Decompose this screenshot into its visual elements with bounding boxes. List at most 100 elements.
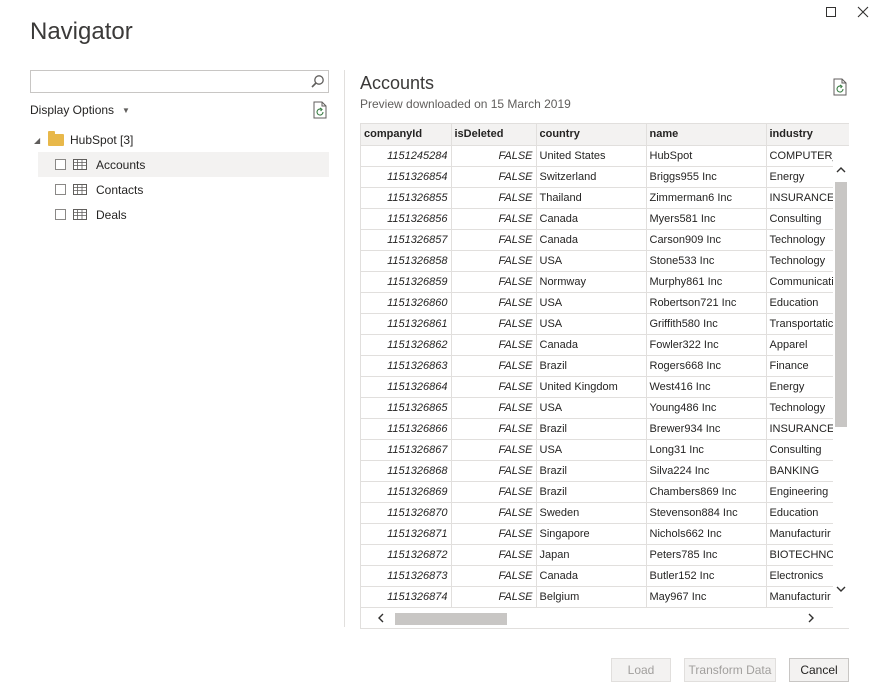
maximize-icon[interactable] xyxy=(823,4,839,20)
table-cell: FALSE xyxy=(451,586,537,608)
column-header[interactable]: country xyxy=(536,124,647,146)
close-icon[interactable] xyxy=(855,4,871,20)
table-cell: FALSE xyxy=(451,208,537,230)
table-cell: 1151326863 xyxy=(361,355,452,377)
vertical-scrollbar[interactable] xyxy=(833,146,849,608)
expand-triangle-icon[interactable]: ◢ xyxy=(34,136,42,145)
table-cell: 1151326859 xyxy=(361,271,452,293)
display-options-label: Display Options xyxy=(30,103,115,117)
table-row: 1151326865 FALSE USA Young486 Inc Technology xyxy=(361,397,849,419)
table-cell: Nichols662 Inc xyxy=(646,523,767,545)
column-header[interactable]: name xyxy=(646,124,767,146)
table-cell: Singapore xyxy=(536,523,647,545)
tree-item-contacts[interactable]: Contacts xyxy=(38,177,329,202)
checkbox[interactable] xyxy=(55,184,66,195)
table-row: 1151326857 FALSE Canada Carson909 Inc Techno… xyxy=(361,229,849,251)
table-cell: Canada xyxy=(536,208,647,230)
table-row: 1151326864 FALSE United Kingdom West416 Inc… xyxy=(361,376,849,398)
table-cell: Sweden xyxy=(536,502,647,524)
horizontal-scrollbar[interactable] xyxy=(361,609,833,628)
table-cell: Canada xyxy=(536,334,647,356)
table-row: 1151326861 FALSE USA Griffith580 Inc Transpo… xyxy=(361,313,849,335)
cancel-button[interactable]: Cancel xyxy=(789,658,849,682)
table-cell: Briggs955 Inc xyxy=(646,166,767,188)
preview-table: companyId isDeleted country name industry 11… xyxy=(360,123,849,629)
table-cell: HubSpot xyxy=(646,145,767,167)
table-row: 1151326868 FALSE Brazil Silva224 Inc BANKING xyxy=(361,460,849,482)
table-row: 1151326870 FALSE Sweden Stevenson884 Inc Edu… xyxy=(361,502,849,524)
table-cell: USA xyxy=(536,313,647,335)
table-row: 1151326869 FALSE Brazil Chambers869 Inc Engi… xyxy=(361,481,849,503)
table-cell: Canada xyxy=(536,565,647,587)
table-row: 1151245284 FALSE United States HubSpot COMPU… xyxy=(361,145,849,167)
table-cell: FALSE xyxy=(451,397,537,419)
table-cell: Canada xyxy=(536,229,647,251)
table-row: 1151326859 FALSE Normway Murphy861 Inc Commu… xyxy=(361,271,849,293)
search-icon[interactable] xyxy=(310,74,325,89)
tree-root-hubspot[interactable]: ◢ HubSpot [3] xyxy=(34,131,133,149)
table-row: 1151326858 FALSE USA Stone533 Inc Technology xyxy=(361,250,849,272)
table-cell: 1151326866 xyxy=(361,418,452,440)
table-cell: Thailand xyxy=(536,187,647,209)
column-header[interactable]: industry xyxy=(766,124,849,146)
table-cell: Griffith580 Inc xyxy=(646,313,767,335)
refresh-icon[interactable] xyxy=(832,78,848,96)
table-header-row: companyId isDeleted country name industry xyxy=(361,124,849,146)
table-cell: Long31 Inc xyxy=(646,439,767,461)
table-cell: 1151326868 xyxy=(361,460,452,482)
table-cell: 1151326873 xyxy=(361,565,452,587)
table-cell: United States xyxy=(536,145,647,167)
table-cell: USA xyxy=(536,439,647,461)
table-cell: Normway xyxy=(536,271,647,293)
table-icon xyxy=(73,184,87,195)
table-cell: May967 Inc xyxy=(646,586,767,608)
tree-item-accounts[interactable]: Accounts xyxy=(38,152,329,177)
table-cell: Robertson721 Inc xyxy=(646,292,767,314)
scroll-right-icon[interactable] xyxy=(805,612,817,624)
column-header[interactable]: companyId xyxy=(361,124,452,146)
table-cell: West416 Inc xyxy=(646,376,767,398)
table-cell: FALSE xyxy=(451,523,537,545)
scroll-thumb[interactable] xyxy=(835,182,847,427)
table-cell: 1151326861 xyxy=(361,313,452,335)
table-cell: 1151326855 xyxy=(361,187,452,209)
column-header[interactable]: isDeleted xyxy=(451,124,537,146)
transform-data-button[interactable]: Transform Data xyxy=(684,658,776,682)
table-cell: Myers581 Inc xyxy=(646,208,767,230)
table-cell: United Kingdom xyxy=(536,376,647,398)
preview-title: Accounts xyxy=(360,73,435,93)
table-cell: Young486 Inc xyxy=(646,397,767,419)
checkbox[interactable] xyxy=(55,159,66,170)
checkbox[interactable] xyxy=(55,209,66,220)
display-options-dropdown[interactable]: Display Options ▼ xyxy=(30,102,130,118)
scroll-down-icon[interactable] xyxy=(835,583,847,595)
tree-item-label: Deals xyxy=(96,207,127,222)
table-cell: 1151326860 xyxy=(361,292,452,314)
tree-item-label: Contacts xyxy=(96,182,144,197)
table-cell: Murphy861 Inc xyxy=(646,271,767,293)
tree-item-deals[interactable]: Deals xyxy=(38,202,329,227)
table-cell: 1151326862 xyxy=(361,334,452,356)
load-button[interactable]: Load xyxy=(611,658,671,682)
table-cell: 1151326856 xyxy=(361,208,452,230)
table-cell: 1151326874 xyxy=(361,586,452,608)
table-row: 1151326860 FALSE USA Robertson721 Inc Educat… xyxy=(361,292,849,314)
table-cell: Stone533 Inc xyxy=(646,250,767,272)
table-cell: 1151326865 xyxy=(361,397,452,419)
table-cell: USA xyxy=(536,397,647,419)
scroll-left-icon[interactable] xyxy=(375,612,387,624)
table-cell: Brazil xyxy=(536,418,647,440)
folder-icon xyxy=(48,131,64,146)
table-cell: Brazil xyxy=(536,460,647,482)
tree-item-label: Accounts xyxy=(96,157,146,172)
table-cell: Stevenson884 Inc xyxy=(646,502,767,524)
scroll-up-icon[interactable] xyxy=(835,164,847,176)
table-cell: Brazil xyxy=(536,355,647,377)
search-input[interactable] xyxy=(31,71,301,92)
table-cell: Japan xyxy=(536,544,647,566)
pane-divider[interactable] xyxy=(344,70,345,627)
search-box xyxy=(30,70,329,93)
refresh-icon[interactable] xyxy=(312,101,328,119)
table-cell: 1151326870 xyxy=(361,502,452,524)
scroll-thumb[interactable] xyxy=(395,613,507,625)
